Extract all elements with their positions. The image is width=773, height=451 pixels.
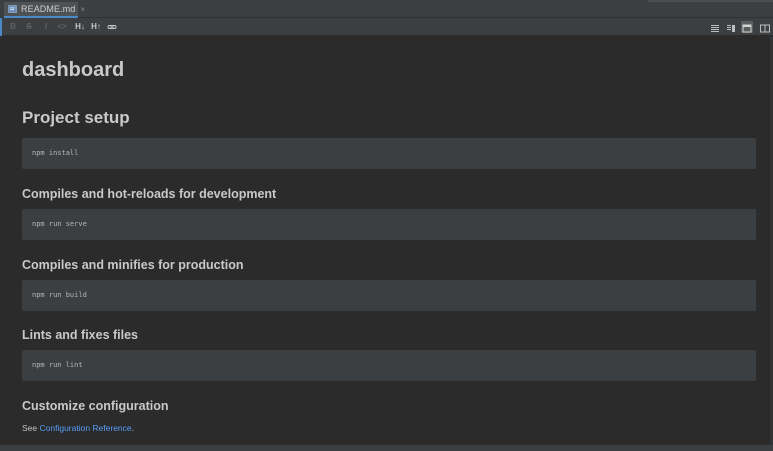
link-icon[interactable] bbox=[107, 21, 117, 33]
code-block-build: npm run build bbox=[22, 280, 756, 311]
heading-dev: Compiles and hot-reloads for development bbox=[22, 187, 277, 201]
heading-project-setup: Project setup bbox=[22, 108, 130, 127]
preview-only-icon[interactable] bbox=[741, 21, 753, 33]
split-icon[interactable] bbox=[725, 21, 737, 33]
config-paragraph: See Configuration Reference. bbox=[22, 423, 134, 433]
code-block-install: npm install bbox=[22, 138, 756, 169]
tab-bar-strip bbox=[648, 0, 773, 2]
bottom-bar bbox=[0, 445, 773, 451]
bold-icon[interactable]: B bbox=[9, 21, 17, 33]
strikethrough-icon[interactable]: S bbox=[25, 21, 33, 33]
italic-icon[interactable]: I bbox=[42, 21, 50, 33]
page-title: dashboard bbox=[22, 59, 125, 81]
markdown-toolbar: B S I <> H↓ H↑ bbox=[0, 18, 773, 36]
editor-only-icon[interactable] bbox=[709, 21, 721, 33]
header-up-icon[interactable]: H↑ bbox=[90, 21, 102, 33]
header-down-icon[interactable]: H↓ bbox=[74, 21, 86, 33]
code-block-lint: npm run lint bbox=[22, 350, 756, 381]
config-suffix: . bbox=[131, 423, 135, 433]
code-block-serve: npm run serve bbox=[22, 209, 756, 240]
tab-bar: README.md × bbox=[0, 0, 773, 18]
markdown-file-icon bbox=[8, 4, 18, 14]
heading-config: Customize configuration bbox=[22, 399, 169, 413]
tab-label: README.md bbox=[21, 4, 76, 14]
config-prefix: See bbox=[22, 423, 40, 433]
heading-prod: Compiles and minifies for production bbox=[22, 258, 244, 272]
markdown-preview: dashboard Project setup npm install Comp… bbox=[0, 37, 770, 445]
heading-lint: Lints and fixes files bbox=[22, 328, 139, 342]
configuration-reference-link[interactable]: Configuration Reference bbox=[40, 423, 132, 433]
side-by-side-icon[interactable] bbox=[759, 21, 771, 33]
code-icon[interactable]: <> bbox=[56, 21, 68, 33]
editor-window: README.md × B S I <> H↓ H↑ dashboard Pro… bbox=[0, 0, 773, 451]
close-icon[interactable]: × bbox=[80, 5, 85, 14]
active-editor-marker bbox=[0, 18, 2, 36]
tab-readme[interactable]: README.md × bbox=[4, 2, 85, 18]
